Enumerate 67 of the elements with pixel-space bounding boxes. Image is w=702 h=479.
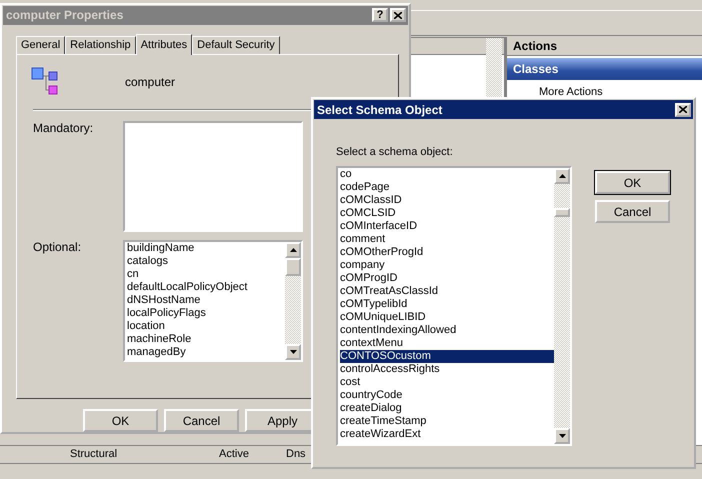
window-title: Select Schema Object	[317, 102, 444, 116]
scroll-up-button[interactable]	[554, 168, 570, 184]
close-icon	[394, 12, 402, 19]
arrow-down-icon	[290, 350, 296, 354]
list-item[interactable]: createTimeStamp	[340, 415, 554, 428]
actions-header: Actions	[507, 37, 702, 56]
list-item[interactable]: cOMOtherProgId	[340, 246, 554, 259]
scroll-up-button[interactable]	[285, 242, 301, 258]
list-item[interactable]: createDialog	[340, 402, 554, 415]
window-title: computer Properties	[6, 8, 124, 22]
list-item[interactable]: cost	[340, 376, 554, 389]
close-icon	[679, 106, 687, 113]
list-item[interactable]: cOMTreatAsClassId	[340, 285, 554, 298]
list-item[interactable]: dNSHostName	[127, 294, 285, 307]
scroll-down-button[interactable]	[285, 344, 301, 360]
table-cell: Dns	[286, 448, 306, 460]
tab[interactable]: Attributes	[136, 34, 192, 55]
optional-list[interactable]: buildingName catalogs cn defaultLocalPolicyObject dNSHostName localPolicyFlags location machineRole managedBy	[123, 240, 303, 362]
scroll-thumb[interactable]	[554, 208, 570, 217]
class-name: computer	[125, 74, 176, 89]
scrollbar[interactable]	[554, 168, 570, 444]
list-item[interactable]: cOMUniqueLIBID	[340, 311, 554, 324]
list-item[interactable]: defaultLocalPolicyObject	[127, 280, 285, 294]
schema-object-list[interactable]	[336, 166, 572, 446]
close-button[interactable]	[675, 102, 691, 116]
field-label: Optional:	[33, 240, 82, 256]
prompt-label: Select a schema object:	[336, 146, 454, 158]
field-label: Mandatory:	[33, 120, 94, 137]
tab[interactable]: Default Security	[192, 36, 280, 54]
list-item[interactable]: comment	[340, 233, 554, 246]
list-item[interactable]: contextMenu	[340, 337, 554, 350]
list-item[interactable]: company	[340, 259, 554, 272]
scroll-thumb[interactable]	[285, 258, 301, 276]
dialog-button[interactable]: Cancel	[595, 200, 670, 223]
list-item[interactable]: cOMClassID	[340, 194, 554, 207]
arrow-down-icon	[558, 434, 566, 438]
list-item[interactable]: location	[127, 320, 285, 333]
list-item[interactable]: cOMCLSID	[340, 207, 554, 220]
tab[interactable]: Relationship	[65, 36, 136, 54]
list-item[interactable]: cn	[127, 268, 285, 281]
list-item[interactable]: cOMTypelibId	[340, 298, 554, 311]
list-item[interactable]: countryCode	[340, 389, 554, 402]
scroll-down-button[interactable]	[554, 428, 570, 444]
classes-header[interactable]: Classes	[507, 58, 702, 80]
table-cell: Active	[219, 448, 249, 460]
list-item[interactable]: contentIndexingAllowed	[340, 324, 554, 337]
dialog-button[interactable]: Cancel	[164, 409, 239, 432]
list-item[interactable]: managedBy	[127, 346, 285, 359]
list-item[interactable]: machineRole	[127, 332, 285, 346]
list-item[interactable]: cOMInterfaceID	[340, 220, 554, 233]
dialog-button[interactable]: OK	[83, 409, 158, 432]
more-actions-link[interactable]: More Actions	[507, 80, 702, 98]
list-item[interactable]: codePage	[340, 181, 554, 194]
table-cell: Structural	[70, 448, 118, 460]
list-item[interactable]: controlAccessRights	[340, 363, 554, 376]
list-item[interactable]: co	[340, 168, 554, 181]
list-item[interactable]: buildingName	[127, 242, 285, 255]
tab[interactable]: General	[16, 36, 66, 54]
list-item[interactable]: CONTOSOcustom	[340, 350, 554, 363]
list-item[interactable]: cOMProgID	[340, 272, 554, 285]
scrollbar[interactable]	[285, 242, 301, 360]
list-item[interactable]: createWizardExt	[340, 428, 554, 441]
list-item[interactable]: localPolicyFlags	[127, 306, 285, 320]
arrow-up-icon	[558, 174, 566, 178]
list-item[interactable]: catalogs	[127, 254, 285, 268]
dialog-button[interactable]: OK	[595, 171, 670, 194]
arrow-up-icon	[290, 248, 296, 252]
